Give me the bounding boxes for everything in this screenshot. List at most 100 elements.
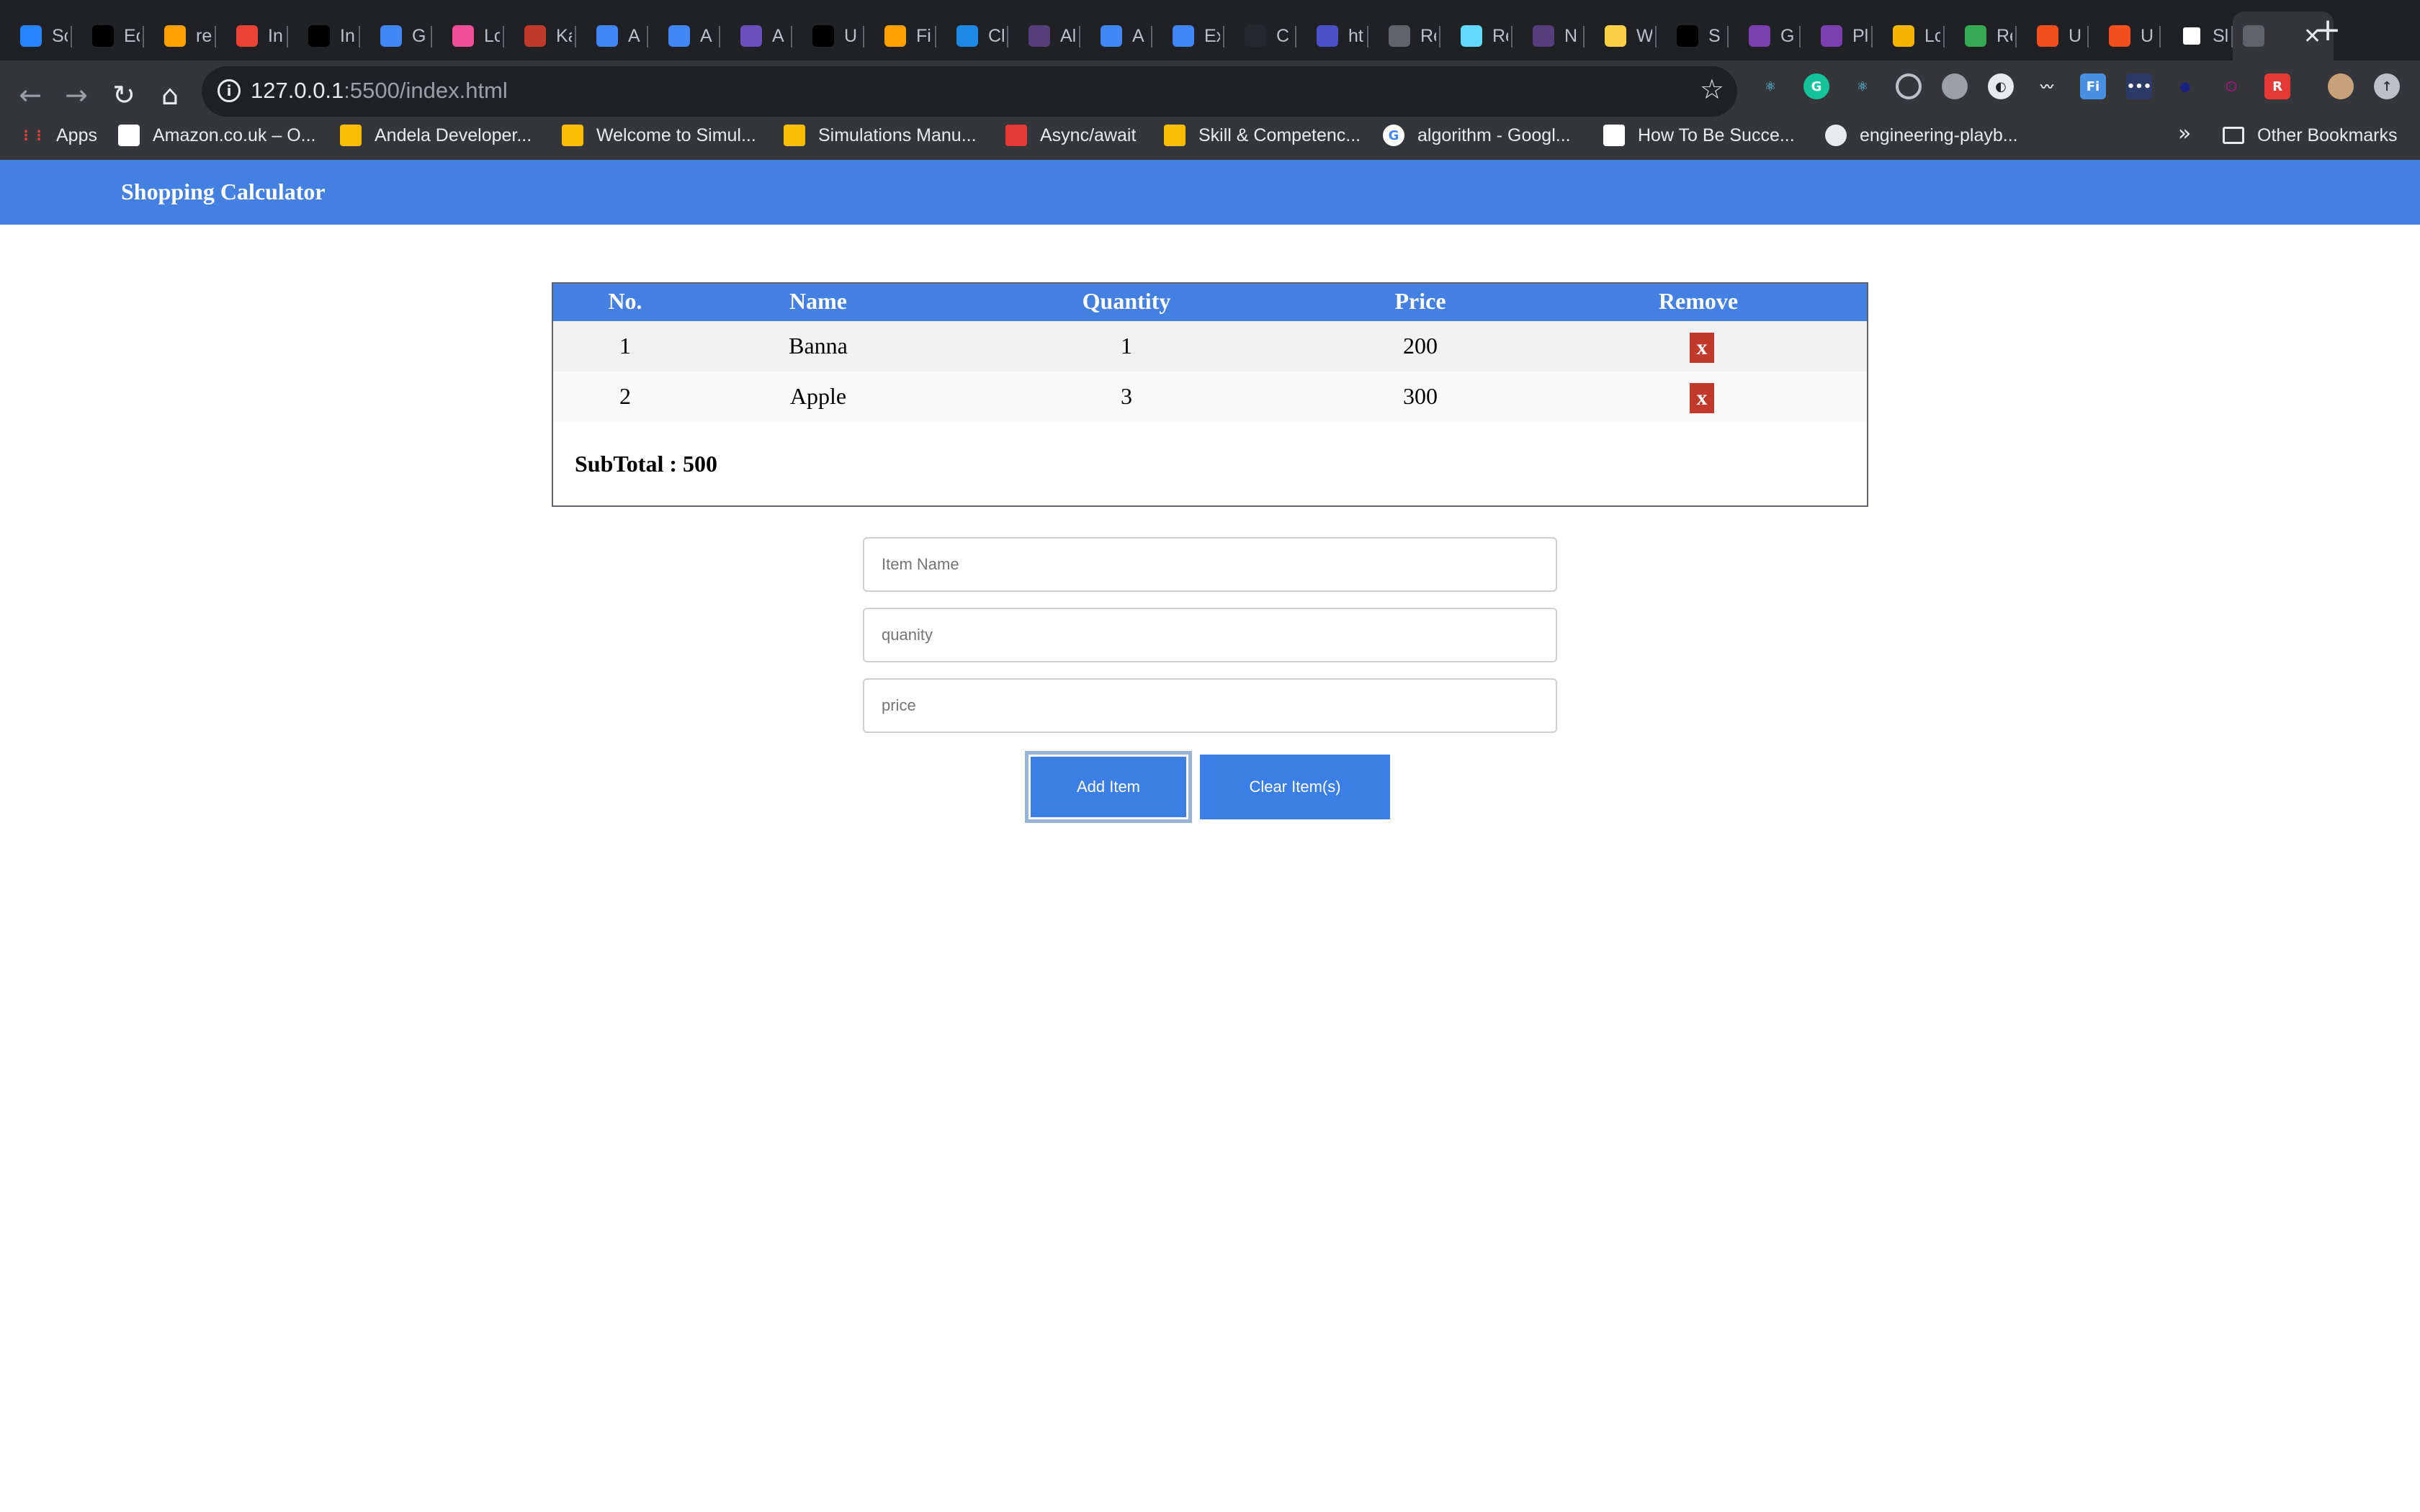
browser-tab[interactable]: G <box>1729 12 1801 60</box>
item-name-input[interactable] <box>863 537 1557 592</box>
graphql-icon <box>1821 25 1842 47</box>
address-url[interactable]: 127.0.0.1:5500/index.html <box>251 78 508 104</box>
bookmark-item[interactable]: engineering-playb... <box>1825 121 2018 150</box>
circle-extension-icon[interactable]: ● <box>2172 73 2198 99</box>
tab-label: Ka <box>556 25 572 46</box>
target-icon[interactable] <box>1896 73 1922 99</box>
tab-label: U <box>2141 25 2154 46</box>
medium-icon <box>1603 125 1625 146</box>
browser-tab[interactable]: C <box>1224 12 1296 60</box>
browser-tab[interactable]: Pl <box>1801 12 1873 60</box>
tab-label: A <box>772 25 784 46</box>
back-arrow-icon[interactable]: ← <box>10 75 50 115</box>
fi-extension-icon[interactable]: Fi <box>2080 73 2106 99</box>
react-devtools-icon[interactable]: ⚛ <box>1757 73 1783 99</box>
react-icon[interactable]: ⚛ <box>1850 73 1876 99</box>
browser-tab[interactable]: In <box>288 12 360 60</box>
address-bar[interactable]: i 127.0.0.1:5500/index.html ☆ <box>202 66 1737 117</box>
quantity-input[interactable] <box>863 608 1557 662</box>
bookmark-item[interactable]: Simulations Manu... <box>784 121 977 150</box>
browser-tab[interactable]: Lc <box>432 12 504 60</box>
browser-tab[interactable]: A <box>576 12 648 60</box>
browser-tab[interactable]: Re <box>1368 12 1440 60</box>
browser-tab[interactable]: W <box>1585 12 1657 60</box>
tab-label: W <box>1636 25 1652 46</box>
price-input[interactable] <box>863 678 1557 733</box>
bookmark-item[interactable]: Amazon.co.uk – O... <box>118 121 316 150</box>
browser-tab[interactable]: Sl <box>2161 12 2233 60</box>
browser-tab[interactable]: Al <box>1008 12 1080 60</box>
browser-tab[interactable]: S <box>1657 12 1729 60</box>
remove-item-button[interactable]: x <box>1690 333 1714 363</box>
browser-tab[interactable]: Re <box>1440 12 1512 60</box>
bookmark-item[interactable]: Skill & Competenc... <box>1164 121 1361 150</box>
browser-tab[interactable]: A <box>648 12 720 60</box>
browser-tab[interactable]: Lc <box>1873 12 1945 60</box>
browser-tab[interactable]: ht <box>1296 12 1368 60</box>
docs-icon <box>380 25 402 47</box>
header-price: Price <box>1394 288 1446 314</box>
github-icon <box>1825 125 1847 146</box>
browser-tab[interactable]: G <box>360 12 432 60</box>
browser-tab[interactable]: U <box>2017 12 2089 60</box>
browser-tab[interactable]: U <box>792 12 864 60</box>
toggle-extension-icon[interactable]: ◐ <box>1988 73 2014 99</box>
sheet-icon <box>1965 25 1986 47</box>
tab-label: In <box>268 25 283 46</box>
profile-avatar[interactable] <box>2328 73 2354 99</box>
bookmark-item[interactable]: Async/await <box>1005 121 1136 150</box>
browser-tab[interactable]: Ka <box>504 12 576 60</box>
tab-label: Ec <box>124 25 140 46</box>
browser-tab-strip: Sc Ec re In In G Lc Ka A A A U Fi Cl Al A Ex Cht Re Re N W S G P… <box>0 0 2420 60</box>
forward-arrow-icon[interactable]: → <box>56 75 97 115</box>
dots-extension-icon[interactable]: ••• <box>2126 73 2152 99</box>
bookmark-item[interactable]: How To Be Succe... <box>1603 121 1795 150</box>
browser-tab[interactable]: re <box>144 12 216 60</box>
bookmark-item[interactable]: Galgorithm - Googl... <box>1383 121 1571 150</box>
tab-label: ht <box>1348 25 1363 46</box>
browser-tab[interactable]: Ex <box>1152 12 1224 60</box>
bookmark-star-icon[interactable]: ☆ <box>1700 73 1724 105</box>
remove-item-button[interactable]: x <box>1690 383 1714 413</box>
gcloud-icon <box>596 25 618 47</box>
bookmarks-overflow-chevron[interactable]: » <box>2178 121 2191 146</box>
extension-icon[interactable] <box>1942 73 1968 99</box>
figure-icon <box>1005 125 1027 146</box>
tab-label: Re <box>1420 25 1436 46</box>
bookmark-item[interactable]: Welcome to Simul... <box>562 121 756 150</box>
wave-extension-icon[interactable]: 〰 <box>2034 73 2060 99</box>
grammarly-icon[interactable]: G <box>1803 73 1829 99</box>
new-tab-plus-icon[interactable]: + <box>2313 14 2342 46</box>
update-icon[interactable]: ↑ <box>2374 73 2400 99</box>
bookmark-label: How To Be Succe... <box>1638 125 1795 145</box>
drive-icon <box>562 125 583 146</box>
row-quantity: 1 <box>1121 333 1132 359</box>
graphql-extension-icon[interactable]: ⬡ <box>2218 73 2244 99</box>
other-bookmarks-folder[interactable]: Other Bookmarks <box>2223 121 2398 150</box>
tab-label: U <box>844 25 858 46</box>
browser-tab[interactable]: Ec <box>72 12 144 60</box>
browser-tab[interactable]: N <box>1512 12 1585 60</box>
add-item-button[interactable]: Add Item <box>1025 751 1192 823</box>
bookmark-item[interactable]: Andela Developer... <box>340 121 532 150</box>
drive-icon <box>340 125 362 146</box>
browser-tab[interactable]: Sc <box>0 12 72 60</box>
dev-icon <box>92 25 114 47</box>
cart-table: No. Name Quantity Price Remove 1 Banna 1… <box>552 282 1868 507</box>
browser-tab[interactable]: A <box>1080 12 1152 60</box>
browser-tab[interactable]: U <box>2089 12 2161 60</box>
browser-tab[interactable]: In <box>216 12 288 60</box>
clear-items-button[interactable]: Clear Item(s) <box>1200 755 1390 819</box>
reload-icon[interactable]: ↻ <box>104 75 144 115</box>
home-icon[interactable]: ⌂ <box>150 75 190 115</box>
site-info-icon[interactable]: i <box>218 79 241 102</box>
redux-r-icon[interactable]: R <box>2264 73 2290 99</box>
browser-tab[interactable]: Fi <box>864 12 936 60</box>
browser-tab[interactable]: A <box>720 12 792 60</box>
amazon-icon <box>118 125 140 146</box>
firebase-icon <box>164 25 186 47</box>
row-name: Apple <box>789 383 847 409</box>
browser-tab[interactable]: Cl <box>936 12 1008 60</box>
bookmark-item[interactable]: ⋮⋮ Apps <box>19 121 97 150</box>
browser-tab[interactable]: Re <box>1945 12 2017 60</box>
